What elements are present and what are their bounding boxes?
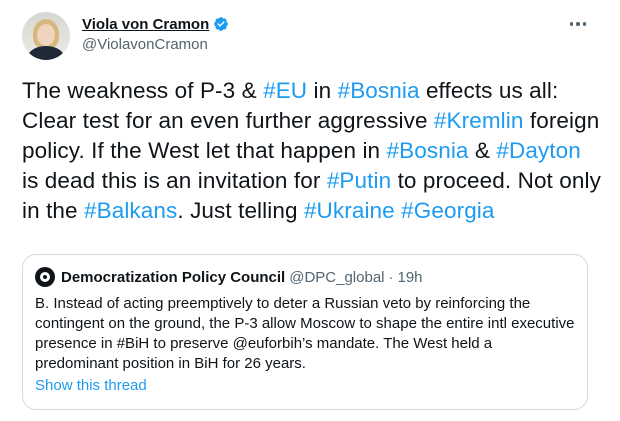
quoted-author-handle[interactable]: @DPC_global [289,269,384,286]
author-name[interactable]: Viola von Cramon [82,16,209,33]
tweet-text-segment: . Just telling [177,198,304,223]
hashtag-link[interactable]: #Putin [327,168,391,193]
quoted-timestamp[interactable]: 19h [398,269,423,286]
hashtag-link[interactable]: #Balkans [84,198,177,223]
tweet-text-segment: The weakness of P-3 & [22,78,264,103]
hashtag-link[interactable]: #Kremlin [434,108,524,133]
show-thread-link[interactable]: Show this thread [35,377,147,394]
author-avatar[interactable] [22,12,70,60]
hashtag-link[interactable]: #Georgia [401,198,494,223]
quoted-tweet[interactable]: Democratization Policy Council @DPC_glob… [22,254,588,410]
quoted-tweet-text: B. Instead of acting preemptively to det… [35,295,575,372]
hashtag-link[interactable]: #Bosnia [387,138,469,163]
tweet[interactable]: Viola von Cramon @ViolavonCramon The wea… [0,0,620,421]
hashtag-link[interactable]: #Dayton [496,138,581,163]
author-name-line: Viola von Cramon [82,15,229,33]
quoted-tweet-header: Democratization Policy Council @DPC_glob… [35,267,423,287]
hashtag-link[interactable]: #Ukraine [304,198,395,223]
separator-dot: · [388,268,394,286]
quoted-author-avatar[interactable] [35,267,55,287]
tweet-text-segment: in [307,78,338,103]
more-options-icon[interactable] [566,12,590,36]
quoted-author-name[interactable]: Democratization Policy Council [61,269,285,286]
tweet-text-segment: & [468,138,497,163]
hashtag-link[interactable]: #Bosnia [338,78,420,103]
verified-badge-icon [214,17,229,31]
author-handle[interactable]: @ViolavonCramon [82,36,208,53]
hashtag-link[interactable]: #EU [263,78,307,103]
tweet-text: The weakness of P-3 & #EU in #Bosnia eff… [22,76,602,226]
tweet-text-segment: is dead this is an invitation for [22,168,327,193]
